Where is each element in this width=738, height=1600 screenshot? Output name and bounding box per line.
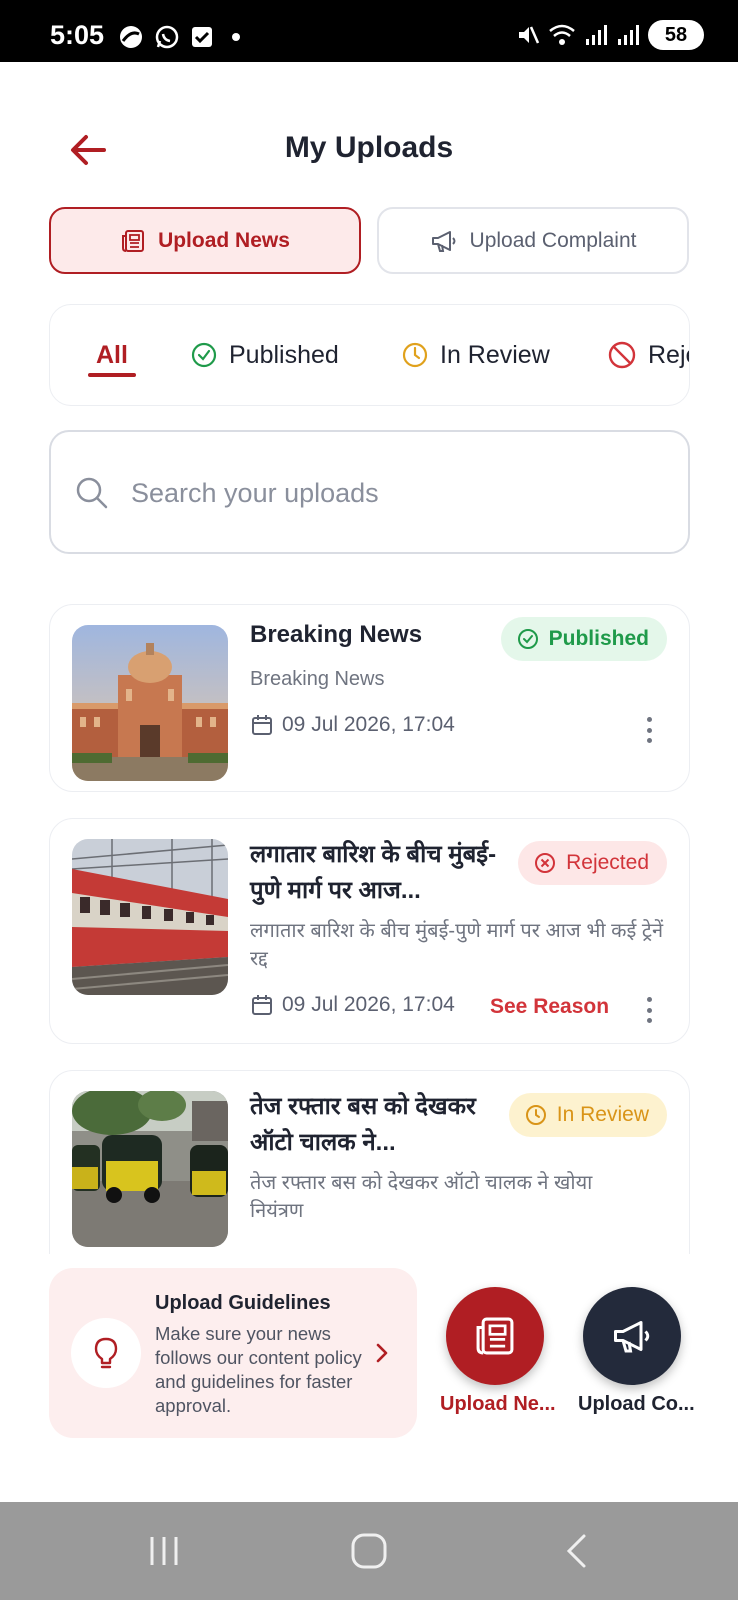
status-badge: Published <box>500 617 667 661</box>
upload-news-toggle[interactable]: Upload News <box>49 207 361 274</box>
home-icon <box>351 1533 387 1569</box>
guidelines-title: Upload Guidelines <box>155 1292 331 1314</box>
guidelines-text: Make sure your news follows our content … <box>155 1323 362 1416</box>
tab-in-review-label: In Review <box>440 340 550 369</box>
upload-subtitle: लगातार बारिश के बीच मुंबई-पुणे मार्ग पर … <box>250 920 664 970</box>
back-system-button[interactable] <box>546 1528 606 1574</box>
search-box[interactable] <box>49 430 690 554</box>
recents-button[interactable] <box>134 1528 194 1574</box>
upload-date-text: 09 Jul 2026, 17:04 <box>282 713 455 736</box>
upload-date: 09 Jul 2026, 17:04 <box>250 993 455 1017</box>
clock-icon <box>402 342 428 368</box>
government-building-image <box>72 625 228 781</box>
megaphone-icon <box>614 1321 650 1353</box>
wifi-icon <box>549 24 575 45</box>
upload-thumbnail <box>72 1091 228 1247</box>
more-options-button[interactable] <box>639 713 659 747</box>
see-reason-link[interactable]: See Reason <box>490 995 609 1019</box>
tab-rejected-label: Rejected <box>648 340 689 369</box>
status-filter-tabs: All Published In Review Rejected <box>49 304 690 406</box>
upload-thumbnail <box>72 839 228 995</box>
status-bar: 5:05 58 <box>0 0 738 62</box>
status-badge: In Review <box>508 1093 667 1137</box>
auto-rickshaw-image <box>72 1091 228 1247</box>
back-chevron-icon <box>566 1534 586 1568</box>
upload-date: 09 Jul 2026, 17:04 <box>250 713 455 737</box>
mute-icon <box>519 26 540 44</box>
upload-subtitle: Breaking News <box>250 668 385 690</box>
clock-icon <box>525 1105 546 1125</box>
calendar-icon <box>252 995 272 1015</box>
chevron-right-icon <box>376 1343 388 1363</box>
train-image <box>72 839 228 995</box>
upload-date-text: 09 Jul 2026, 17:04 <box>282 993 455 1016</box>
search-icon <box>76 477 108 509</box>
active-tab-indicator <box>88 373 136 377</box>
upload-complaint-toggle[interactable]: Upload Complaint <box>377 207 689 274</box>
upload-thumbnail <box>72 625 228 781</box>
upload-title: Breaking News <box>250 621 423 648</box>
recents-icon <box>150 1537 178 1565</box>
more-options-button[interactable] <box>639 993 659 1027</box>
megaphone-icon <box>431 230 456 252</box>
ban-icon <box>608 341 636 369</box>
status-badge-label: Published <box>548 627 649 650</box>
system-icons: 58 <box>516 20 704 50</box>
tab-published[interactable]: Published <box>191 305 339 405</box>
x-circle-icon <box>535 853 556 873</box>
upload-card[interactable]: Breaking News Published Breaking News 09… <box>49 604 690 792</box>
upload-news-toggle-label: Upload News <box>158 228 290 252</box>
lightbulb-icon <box>94 1337 118 1369</box>
upload-subtitle: तेज रफ्तार बस को देखकर ऑटो चालक ने खोया … <box>250 1172 593 1222</box>
upload-card[interactable]: तेज रफ्तार बस को देखकर ऑटो चालक ने... In… <box>49 1070 690 1254</box>
battery-indicator: 58 <box>648 20 704 50</box>
status-badge: Rejected <box>518 841 667 885</box>
newspaper-icon <box>476 1317 514 1355</box>
home-button[interactable] <box>339 1528 399 1574</box>
check-circle-icon <box>191 342 217 368</box>
upload-complaint-fab-label: Upload Co... <box>578 1393 695 1415</box>
notification-icons <box>118 24 240 50</box>
search-input[interactable] <box>131 468 651 518</box>
tab-published-label: Published <box>229 340 339 369</box>
upload-card[interactable]: लगातार बारिश के बीच मुंबई-पुणे मार्ग पर … <box>49 818 690 1044</box>
signal-icon <box>586 25 607 45</box>
upload-news-fab-label: Upload Ne... <box>440 1393 556 1415</box>
tab-in-review[interactable]: In Review <box>402 305 550 405</box>
upload-news-fab[interactable] <box>446 1287 544 1385</box>
newspaper-icon <box>122 229 145 252</box>
bulb-icon-wrapper <box>71 1318 141 1388</box>
upload-complaint-fab[interactable] <box>583 1287 681 1385</box>
more-notifications-dot <box>232 33 240 41</box>
calendar-icon <box>252 715 272 735</box>
uploads-list[interactable]: Breaking News Published Breaking News 09… <box>0 596 738 1254</box>
upload-guidelines-card[interactable]: Upload Guidelines Make sure your news fo… <box>49 1268 417 1438</box>
whatsapp-icon <box>155 25 179 49</box>
page-title: My Uploads <box>284 131 454 164</box>
signal-icon-2 <box>618 25 639 45</box>
system-navigation-bar <box>0 1502 738 1600</box>
checkbox-notification-icon <box>192 27 212 47</box>
tab-all[interactable]: All <box>88 305 136 405</box>
status-badge-label: In Review <box>556 1103 649 1126</box>
tab-all-label: All <box>96 340 128 369</box>
upload-complaint-toggle-label: Upload Complaint <box>469 228 637 252</box>
check-circle-icon <box>517 629 538 649</box>
tab-rejected[interactable]: Rejected <box>608 305 689 405</box>
app-notification-icon <box>120 26 142 48</box>
status-badge-label: Rejected <box>566 851 649 874</box>
upload-title: लगातार बारिश के बीच मुंबई-पुणे मार्ग पर … <box>250 841 497 904</box>
status-time: 5:05 <box>50 20 105 50</box>
upload-title: तेज रफ्तार बस को देखकर ऑटो चालक ने... <box>250 1093 476 1156</box>
